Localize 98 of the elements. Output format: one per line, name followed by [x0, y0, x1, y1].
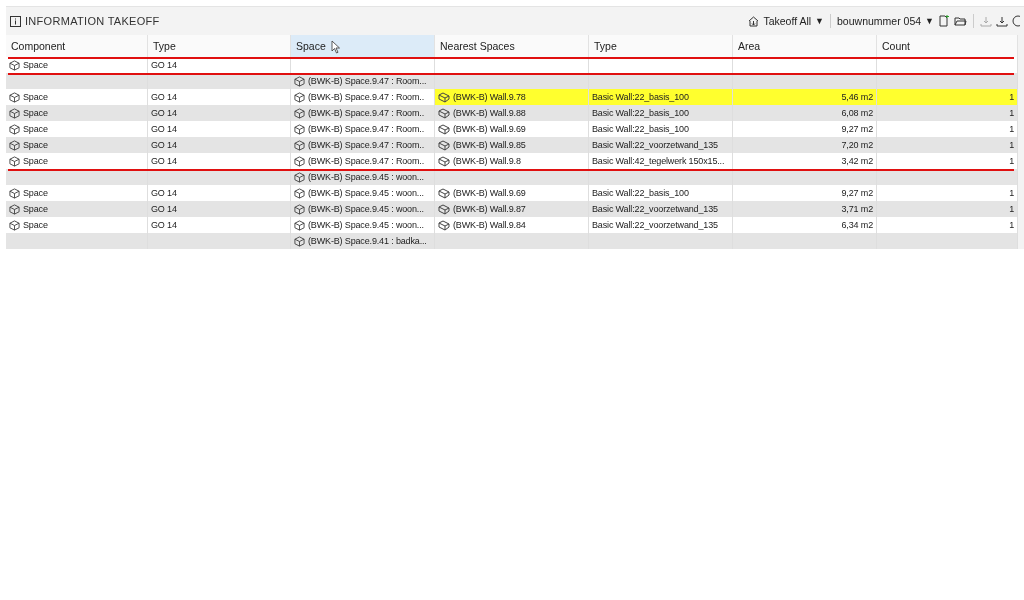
table-cell: (BWK-B) Wall.9.84	[453, 220, 526, 230]
cursor-icon	[331, 40, 341, 54]
table-cell: (BWK-B) Wall.9.69	[453, 188, 526, 198]
cube-icon	[294, 107, 305, 119]
cube-icon	[294, 75, 305, 87]
house-icon[interactable]	[748, 15, 760, 27]
wall-icon	[438, 155, 450, 167]
table-row[interactable]: Space GO 14	[6, 57, 1018, 73]
column-header[interactable]: Type	[148, 35, 291, 57]
wall-icon	[438, 107, 450, 119]
cube-icon	[294, 139, 305, 151]
table-cell: Basic Wall:22_basis_100	[589, 89, 733, 105]
table-cell: (BWK-B) Wall.9.8	[453, 156, 521, 166]
column-header[interactable]: Nearest Spaces	[435, 35, 589, 57]
cube-icon	[9, 187, 20, 199]
table-cell: GO 14	[151, 204, 177, 214]
table-cell: (BWK-B) Wall.9.88	[453, 108, 526, 118]
table-row[interactable]: Space GO 14 (BWK-B) Space.9.47 : Room.. (BWK-B) Wall.9.69 Basic Wall:22_basis_100 9,27 m2 1	[6, 121, 1018, 137]
new-file-icon[interactable]	[938, 15, 950, 27]
cube-icon	[9, 91, 20, 103]
wall-icon	[438, 91, 450, 103]
folder-icon[interactable]	[954, 15, 967, 27]
caret-icon[interactable]: ▼	[815, 16, 825, 26]
table-cell: GO 14	[151, 92, 177, 102]
table-cell: (BWK-B) Space.9.47 : Room..	[308, 124, 424, 134]
table-cell: (BWK-B) Space.9.45 : woon...	[308, 220, 424, 230]
takeoff-dropdown[interactable]: Takeoff All	[763, 15, 812, 27]
cube-icon	[294, 155, 305, 167]
table-cell: (BWK-B) Wall.9.69	[453, 124, 526, 134]
table-cell: (BWK-B) Space.9.47 : Room..	[308, 140, 424, 150]
table-cell: (BWK-B) Space.9.47 : Room..	[308, 156, 424, 166]
table-cell: GO 14	[151, 124, 177, 134]
column-header[interactable]: Type	[589, 35, 733, 57]
table-cell: GO 14	[151, 108, 177, 118]
caret-icon[interactable]: ▼	[925, 16, 934, 26]
table-row[interactable]: Space GO 14 (BWK-B) Space.9.47 : Room.. (BWK-B) Wall.9.78 Basic Wall:22_basis_100 5,46 m2 1	[6, 89, 1018, 105]
cube-icon	[9, 107, 20, 119]
table-cell: (BWK-B) Space.9.41 : badka...	[308, 236, 427, 246]
cube-icon	[9, 59, 20, 71]
table-cell: (BWK-B) Wall.9.85	[453, 140, 526, 150]
table-cell: GO 14	[151, 60, 177, 70]
table-row[interactable]: Space GO 14 (BWK-B) Space.9.45 : woon... (BWK-B) Wall.9.84 Basic Wall:22_voorzetwand_135 6,34 m2 1	[6, 217, 1018, 233]
table-cell: Space	[23, 60, 48, 70]
cube-icon	[294, 235, 305, 247]
project-dropdown[interactable]: bouwnummer 054	[837, 15, 922, 27]
info-icon	[10, 15, 21, 27]
table-cell: (BWK-B) Wall.9.87	[453, 204, 526, 214]
cube-icon	[9, 203, 20, 215]
column-header[interactable]: Area	[733, 35, 877, 57]
table-cell: (BWK-B) Space.9.47 : Room..	[308, 92, 424, 102]
column-header[interactable]: Space	[291, 35, 435, 57]
table-cell: GO 14	[151, 156, 177, 166]
cube-icon	[294, 219, 305, 231]
table-cell: Space	[23, 124, 48, 134]
table-cell: GO 14	[151, 188, 177, 198]
table-cell: Space	[23, 92, 48, 102]
wall-icon	[438, 203, 450, 215]
table-cell: GO 14	[151, 220, 177, 230]
table-cell: (BWK-B) Space.9.45 : woon...	[308, 204, 424, 214]
wall-icon	[438, 139, 450, 151]
cube-icon	[9, 219, 20, 231]
table-row[interactable]: Space GO 14 (BWK-B) Space.9.47 : Room.. (BWK-B) Wall.9.85 Basic Wall:22_voorzetwand_135 7,20 m2 1	[6, 137, 1018, 153]
wall-icon	[438, 123, 450, 135]
table-cell: 5,46 m2	[733, 89, 877, 105]
download-icon[interactable]	[996, 15, 1008, 27]
table-cell: Space	[23, 156, 48, 166]
wall-icon	[438, 187, 450, 199]
table-cell: 1	[877, 89, 1018, 105]
cube-icon	[294, 171, 305, 183]
table-row[interactable]: (BWK-B) Space.9.41 : badka...	[6, 233, 1018, 249]
table-row[interactable]: Space GO 14 (BWK-B) Space.9.47 : Room.. (BWK-B) Wall.9.8 Basic Wall:42_tegelwerk 150x15... 3,42 m2 1	[6, 153, 1018, 169]
wall-icon	[438, 219, 450, 231]
table-cell: (BWK-B) Space.9.45 : woon...	[308, 172, 424, 182]
cube-icon	[9, 155, 20, 167]
panel-title: INFORMATION TAKEOFF	[25, 15, 160, 27]
table-cell: (BWK-B) Space.9.45 : woon...	[308, 188, 424, 198]
table-cell: GO 14	[151, 140, 177, 150]
table-cell: Space	[23, 108, 48, 118]
table-row[interactable]: Space GO 14 (BWK-B) Space.9.45 : woon... (BWK-B) Wall.9.69 Basic Wall:22_basis_100 9,27 m2 1	[6, 185, 1018, 201]
table-row[interactable]: Space GO 14 (BWK-B) Space.9.47 : Room.. (BWK-B) Wall.9.88 Basic Wall:22_basis_100 6,08 m2 1	[6, 105, 1018, 121]
table-cell: (BWK-B) Space.9.47 : Room..	[308, 108, 424, 118]
table-cell: Space	[23, 204, 48, 214]
column-header[interactable]: Component	[6, 35, 148, 57]
cube-icon	[294, 91, 305, 103]
table-row[interactable]: (BWK-B) Space.9.45 : woon...	[6, 169, 1018, 185]
table-cell: (BWK-B) Space.9.47 : Room...	[308, 76, 427, 86]
table-cell: (BWK-B) Wall.9.78	[453, 92, 526, 102]
cube-icon	[294, 123, 305, 135]
table-cell: Space	[23, 140, 48, 150]
table-cell: Space	[23, 220, 48, 230]
cube-icon	[9, 139, 20, 151]
column-header[interactable]: Count	[877, 35, 1018, 57]
table-row[interactable]: Space GO 14 (BWK-B) Space.9.45 : woon... (BWK-B) Wall.9.87 Basic Wall:22_voorzetwand_135 3,71 m2 1	[6, 201, 1018, 217]
cube-icon	[294, 203, 305, 215]
table-cell: Space	[23, 188, 48, 198]
cube-icon	[9, 123, 20, 135]
cube-icon	[294, 187, 305, 199]
table-row[interactable]: (BWK-B) Space.9.47 : Room...	[6, 73, 1018, 89]
